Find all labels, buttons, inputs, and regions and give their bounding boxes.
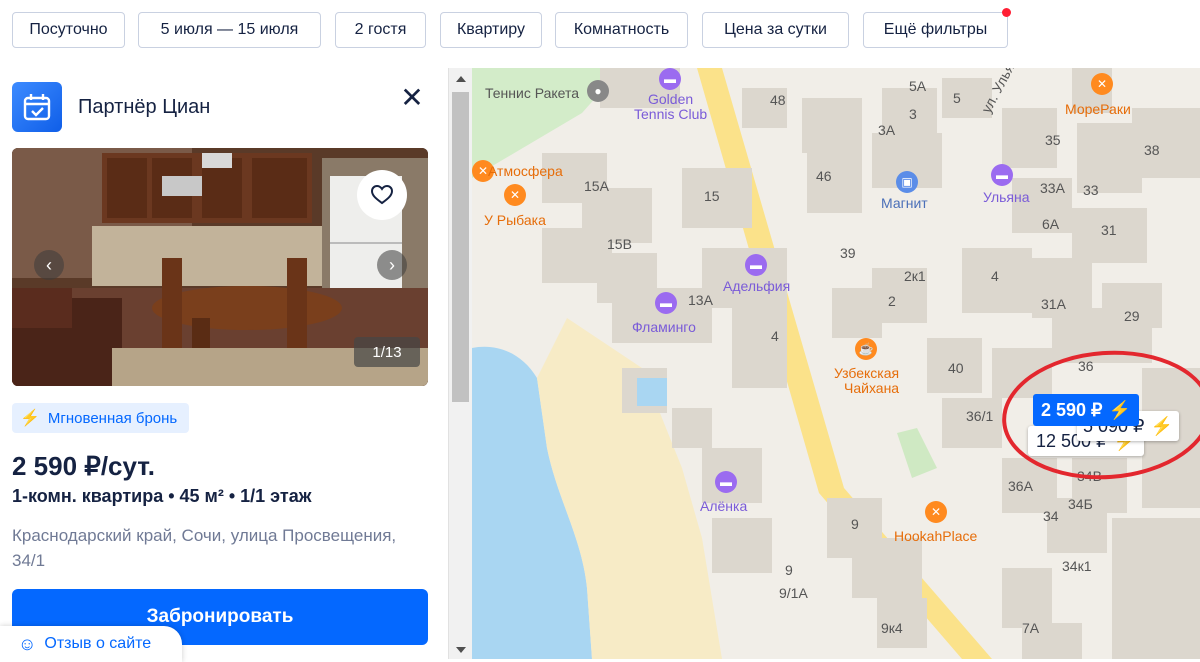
- house-label: 6А: [1042, 216, 1060, 232]
- tennis-icon[interactable]: ●: [587, 80, 609, 102]
- hotel-icon[interactable]: ▬: [655, 292, 677, 314]
- scroll-thumb[interactable]: [452, 92, 469, 402]
- poi-label: Адельфия: [723, 278, 791, 294]
- filter-more-button[interactable]: Ещё фильтры: [863, 12, 1008, 48]
- house-label: 9: [785, 562, 793, 578]
- house-label: 31А: [1041, 296, 1066, 312]
- poi-label: Чайхана: [844, 380, 900, 396]
- panel-scrollbar[interactable]: [448, 68, 472, 659]
- house-label: 13А: [688, 292, 713, 308]
- listing-params: 1-комн. квартира • 45 м² • 1/1 этаж: [12, 486, 312, 506]
- house-label: 3А: [878, 122, 896, 138]
- house-label: 36/1: [966, 408, 994, 424]
- poi-label: Фламинго: [632, 319, 696, 335]
- poi-label: Теннис Ракета: [485, 85, 580, 101]
- poi-label: Атмосфера: [488, 163, 563, 179]
- house-label: 35: [1045, 132, 1061, 148]
- house-label: 34: [1043, 508, 1059, 524]
- poi-label: HookahPlace: [894, 528, 978, 544]
- lightning-icon: ⚡: [20, 410, 40, 427]
- instant-booking-label: Мгновенная бронь: [47, 409, 178, 427]
- listing-price: 2 590 ₽/сут.: [12, 451, 155, 481]
- favorite-heart-icon[interactable]: [357, 170, 407, 220]
- house-label: 15: [704, 188, 720, 204]
- house-label: 38: [1144, 142, 1160, 158]
- house-label: 33А: [1040, 180, 1065, 196]
- house-label: 31: [1101, 222, 1117, 238]
- hotel-icon[interactable]: ▬: [745, 254, 767, 276]
- house-label: 7А: [1022, 620, 1040, 636]
- filter-daily-button[interactable]: Посуточно: [12, 12, 125, 48]
- poi-label: Tennis Club: [634, 106, 708, 122]
- shop-icon[interactable]: ▣: [896, 171, 918, 193]
- more-filters-wrap: Ещё фильтры: [863, 8, 1011, 48]
- house-label: 9/1А: [779, 585, 808, 601]
- cafe-icon[interactable]: ☕: [855, 338, 877, 360]
- scroll-up-arrow-icon[interactable]: [456, 76, 466, 82]
- listing-address: Краснодарский край, Сочи, улица Просвеще…: [12, 526, 397, 570]
- house-label: 39: [840, 245, 856, 261]
- map-view[interactable]: 48 5А 5 3 3А 35 38 15А 15 15В 46 33А 33 …: [472, 68, 1200, 659]
- house-label: 34Б: [1068, 496, 1093, 512]
- house-label: 9: [851, 516, 859, 532]
- hotel-icon[interactable]: ▬: [715, 471, 737, 493]
- filter-price-button[interactable]: Цена за сутки: [702, 12, 849, 48]
- restaurant-icon[interactable]: ✕: [504, 184, 526, 206]
- house-label: 36А: [1008, 478, 1033, 494]
- listing-panel: Партнёр Циан ✕ ‹ › 1/13 ⚡ Мгновенная бро…: [0, 68, 448, 659]
- photo-next-arrow-icon[interactable]: ›: [377, 250, 407, 280]
- house-label: 48: [770, 92, 786, 108]
- feedback-button[interactable]: ☺ Отзыв о сайте: [0, 626, 182, 662]
- filter-bar: Посуточно 5 июля — 15 июля 2 гостя Кварт…: [0, 0, 1200, 68]
- restaurant-icon[interactable]: ✕: [1091, 73, 1113, 95]
- house-label: 3: [909, 106, 917, 122]
- calendar-icon: [12, 82, 62, 132]
- restaurant-icon[interactable]: ✕: [925, 501, 947, 523]
- partner-name: Партнёр Циан: [78, 96, 211, 118]
- filter-dates-button[interactable]: 5 июля — 15 июля: [138, 12, 321, 48]
- poi-label: Golden: [648, 91, 694, 107]
- poi-label: Узбекская: [834, 365, 900, 381]
- house-label: 29: [1124, 308, 1140, 324]
- poi-label: У Рыбака: [484, 212, 546, 228]
- house-label: 4: [771, 328, 779, 344]
- poi-label: Магнит: [881, 195, 928, 211]
- poi-label: Ульяна: [983, 189, 1030, 205]
- house-label: 34к1: [1062, 558, 1092, 574]
- filter-type-button[interactable]: Квартиру: [440, 12, 542, 48]
- hotel-icon[interactable]: ▬: [991, 164, 1013, 186]
- filter-indicator-dot: [1002, 8, 1011, 17]
- house-label: 40: [948, 360, 964, 376]
- smile-icon: ☺: [18, 633, 37, 654]
- listing-photo[interactable]: ‹ › 1/13: [12, 148, 428, 386]
- filter-rooms-button[interactable]: Комнатность: [555, 12, 688, 48]
- house-label: 4: [991, 268, 999, 284]
- house-label: 15А: [584, 178, 609, 194]
- photo-counter: 1/13: [354, 337, 420, 367]
- house-label: 2к1: [904, 268, 926, 284]
- poi-label: МореРаки: [1065, 101, 1131, 117]
- scroll-down-arrow-icon[interactable]: [456, 647, 466, 653]
- poi-label: Алёнка: [700, 498, 748, 514]
- house-label: 33: [1083, 182, 1099, 198]
- filter-guests-button[interactable]: 2 гостя: [335, 12, 426, 48]
- house-label: 9к4: [881, 620, 903, 636]
- photo-prev-arrow-icon[interactable]: ‹: [34, 250, 64, 280]
- feedback-label: Отзыв о сайте: [44, 635, 152, 652]
- house-label: 2: [888, 293, 896, 309]
- house-label: 5А: [909, 78, 927, 94]
- house-label: 46: [816, 168, 832, 184]
- close-icon[interactable]: ✕: [398, 84, 426, 112]
- instant-booking-badge: ⚡ Мгновенная бронь: [12, 403, 190, 433]
- house-label: 15В: [607, 236, 632, 252]
- hotel-icon[interactable]: ▬: [659, 68, 681, 90]
- house-label: 5: [953, 90, 961, 106]
